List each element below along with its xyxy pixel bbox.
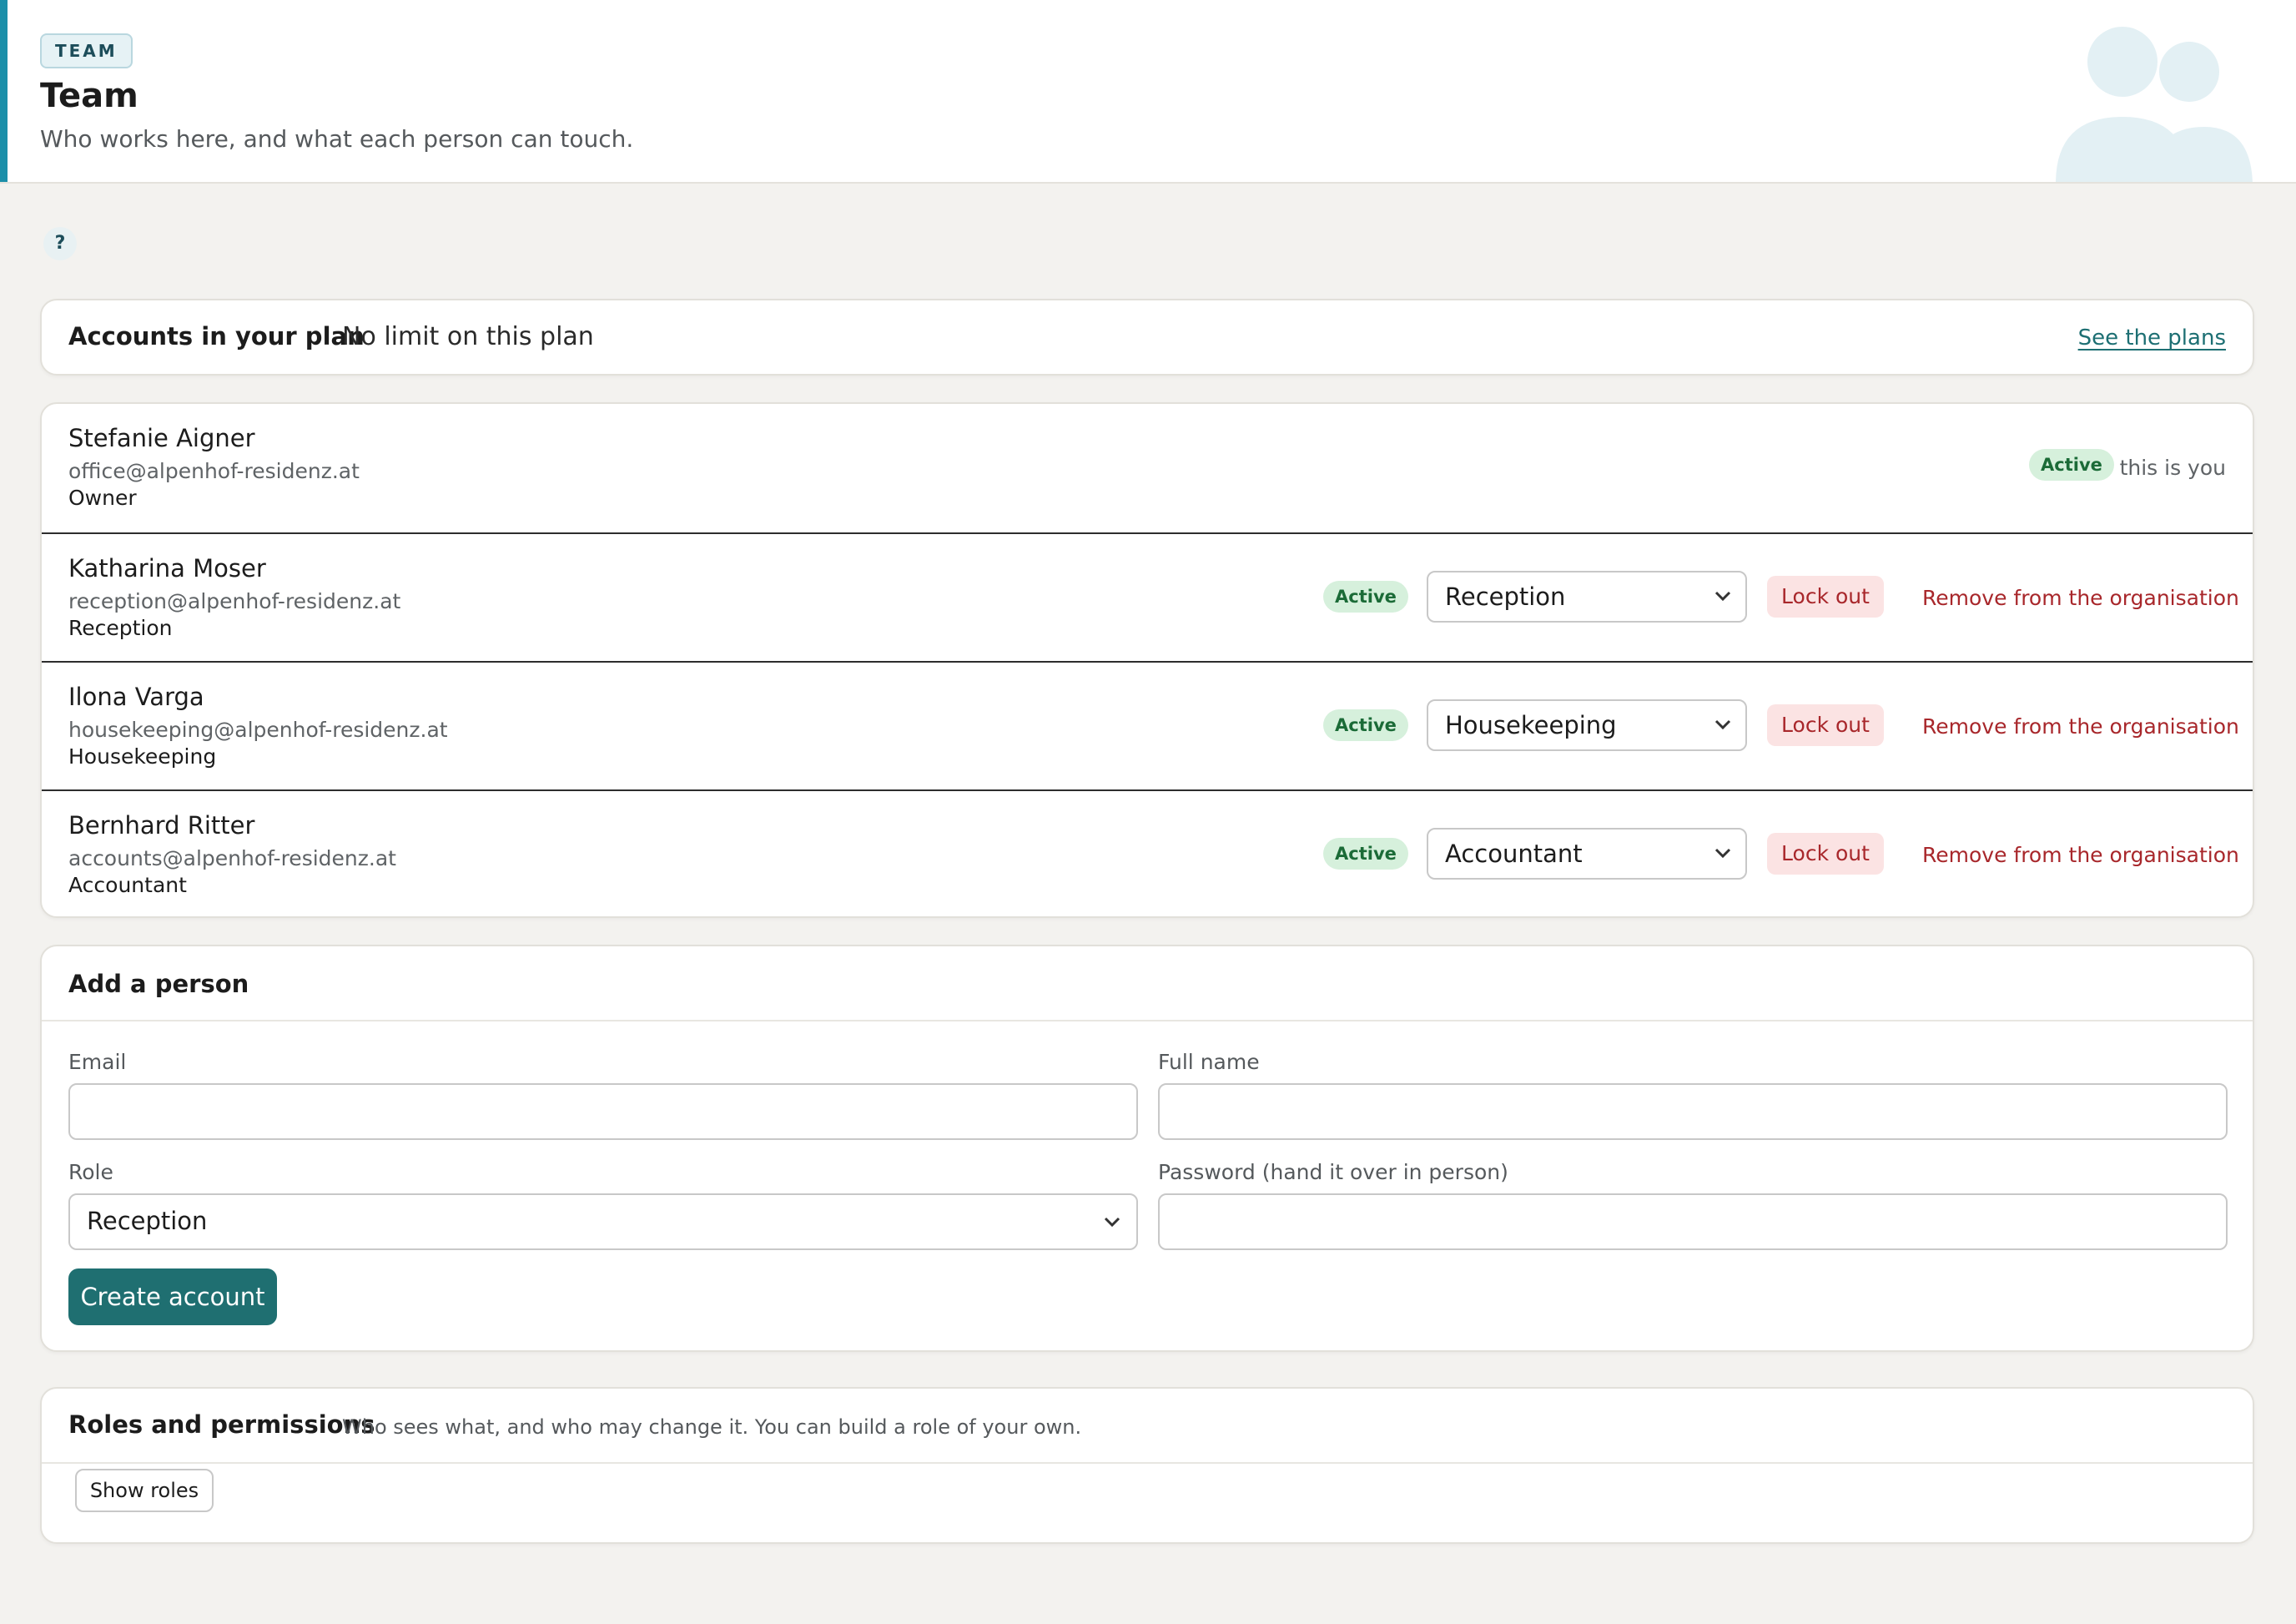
show-roles-button[interactable]: Show roles: [75, 1469, 214, 1512]
role-select[interactable]: Accountant: [1427, 828, 1747, 880]
role-dropdown[interactable]: Reception: [68, 1193, 1138, 1250]
member-role: Reception: [68, 616, 173, 640]
chevron-down-icon: [1714, 719, 1731, 730]
fullname-label: Full name: [1158, 1050, 1260, 1074]
chevron-down-icon: [1714, 848, 1731, 859]
email-field[interactable]: [68, 1083, 1138, 1140]
see-plans-link[interactable]: See the plans: [2078, 325, 2226, 351]
add-person-title: Add a person: [68, 970, 249, 998]
member-name: Katharina Moser: [68, 554, 266, 583]
self-note: this is you: [2119, 456, 2226, 480]
member-email: housekeeping@alpenhof-residenz.at: [68, 718, 448, 742]
roles-header: Roles and permissions Who sees what, and…: [42, 1389, 2253, 1464]
lock-out-button[interactable]: Lock out: [1767, 833, 1884, 875]
remove-member-link[interactable]: Remove from the organisation: [1922, 843, 2239, 867]
remove-member-link[interactable]: Remove from the organisation: [1922, 714, 2239, 739]
role-select-value: Accountant: [1445, 840, 1583, 868]
status-badge: Active: [2029, 449, 2114, 481]
member-name: Ilona Varga: [68, 683, 204, 711]
role-select-value: Reception: [1445, 583, 1566, 611]
member-email: accounts@alpenhof-residenz.at: [68, 846, 396, 870]
role-select-value: Housekeeping: [1445, 711, 1617, 739]
page-header: TEAM Team Who works here, and what each …: [0, 0, 2296, 184]
page-subtitle: Who works here, and what each person can…: [40, 125, 634, 153]
member-name: Bernhard Ritter: [68, 811, 255, 840]
password-label: Password (hand it over in person): [1158, 1160, 1508, 1184]
status-badge: Active: [1323, 709, 1408, 741]
role-label: Role: [68, 1160, 113, 1184]
plan-card: Accounts in your plan No limit on this p…: [40, 299, 2254, 376]
roles-title: Roles and permissions: [68, 1410, 375, 1439]
help-button[interactable]: ?: [43, 227, 77, 260]
role-select[interactable]: Reception: [1427, 571, 1747, 623]
chevron-down-icon: [1714, 591, 1731, 602]
member-row: Katharina Moser reception@alpenhof-resid…: [42, 532, 2253, 663]
email-label: Email: [68, 1050, 127, 1074]
create-account-button[interactable]: Create account: [68, 1268, 277, 1325]
role-select[interactable]: Housekeeping: [1427, 699, 1747, 751]
roles-subtitle: Who sees what, and who may change it. Yo…: [342, 1415, 1082, 1439]
section-badge: TEAM: [40, 33, 133, 68]
members-list: Stefanie Aigner office@alpenhof-residenz…: [40, 402, 2254, 918]
add-person-form: Add a person Email Full name Role Recept…: [40, 945, 2254, 1352]
member-role: Owner: [68, 486, 137, 510]
plan-value: No limit on this plan: [342, 322, 594, 351]
member-row: Ilona Varga housekeeping@alpenhof-reside…: [42, 661, 2253, 791]
status-badge: Active: [1323, 838, 1408, 870]
lock-out-button[interactable]: Lock out: [1767, 576, 1884, 618]
fullname-field[interactable]: [1158, 1083, 2228, 1140]
chevron-down-icon: [1104, 1217, 1120, 1228]
status-badge: Active: [1323, 581, 1408, 613]
plan-label: Accounts in your plan: [68, 322, 365, 351]
role-dropdown-value: Reception: [87, 1207, 208, 1235]
add-person-header: Add a person: [42, 946, 2253, 1021]
member-row: Stefanie Aigner office@alpenhof-residenz…: [42, 404, 2253, 532]
member-name: Stefanie Aigner: [68, 424, 255, 452]
team-people-icon: [2056, 27, 2253, 182]
member-email: office@alpenhof-residenz.at: [68, 459, 360, 483]
header-accent-bar: [0, 0, 8, 182]
password-field[interactable]: [1158, 1193, 2228, 1250]
member-email: reception@alpenhof-residenz.at: [68, 589, 401, 613]
lock-out-button[interactable]: Lock out: [1767, 704, 1884, 746]
remove-member-link[interactable]: Remove from the organisation: [1922, 586, 2239, 610]
roles-card: Roles and permissions Who sees what, and…: [40, 1387, 2254, 1544]
member-role: Accountant: [68, 873, 187, 897]
member-row: Bernhard Ritter accounts@alpenhof-reside…: [42, 789, 2253, 916]
page-title: Team: [40, 77, 138, 115]
member-role: Housekeeping: [68, 744, 217, 769]
